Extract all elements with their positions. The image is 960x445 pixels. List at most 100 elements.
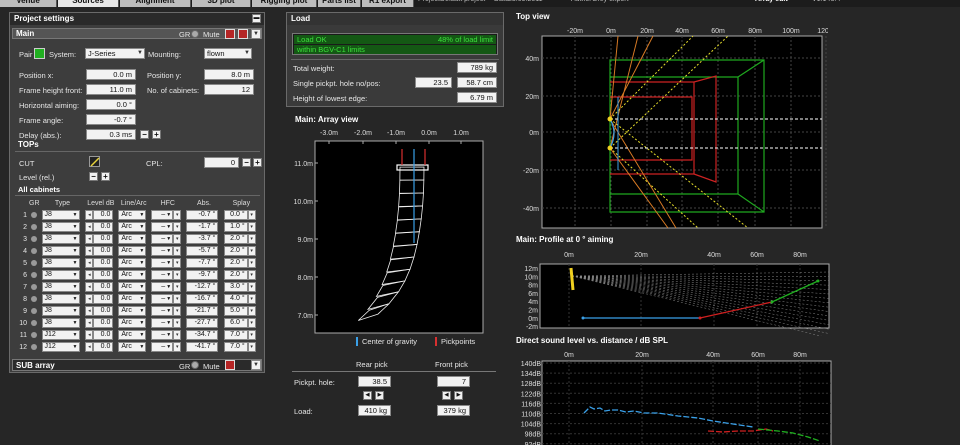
sub-gr-radio[interactable] xyxy=(191,361,199,369)
cabinet-type-select[interactable]: J12 xyxy=(41,342,80,352)
cabinet-splay-spin[interactable]: ▾ xyxy=(247,210,256,220)
cabinet-level-field[interactable]: 0.0 xyxy=(93,258,114,268)
cabinet-hfc-select[interactable]: – xyxy=(151,282,174,292)
cabinet-level-spin[interactable]: ◂ xyxy=(85,342,94,352)
delay-decrement-button[interactable]: − xyxy=(140,130,149,139)
horizontal-aiming-field[interactable]: 0.0 ° xyxy=(86,99,136,110)
tab-alignment[interactable]: Alignment xyxy=(120,0,191,7)
cabinet-gr-radio[interactable] xyxy=(31,283,38,290)
cabinet-splay-spin[interactable]: ▾ xyxy=(247,318,256,328)
cabinet-mode-select[interactable]: Arc xyxy=(118,258,147,268)
frame-angle-field[interactable]: -0.7 ° xyxy=(86,114,136,125)
level-increment-button[interactable]: + xyxy=(101,172,110,181)
cabinet-level-field[interactable]: 0.0 xyxy=(93,282,114,292)
cabinet-hfc-select[interactable]: – xyxy=(151,222,174,232)
gr-radio[interactable] xyxy=(191,30,199,38)
cabinet-hfc-select[interactable]: – xyxy=(151,210,174,220)
tab-sources[interactable]: Sources xyxy=(58,0,119,7)
cabinet-hfc-spin[interactable]: ▾ xyxy=(173,306,182,316)
delay-field[interactable]: 0.3 ms xyxy=(86,129,136,140)
cabinet-mode-select[interactable]: Arc xyxy=(118,222,147,232)
position-x-field[interactable]: 0.0 m xyxy=(86,69,136,80)
profile-plot[interactable]: 0m 20m 40m 60m 80m12m10m8m6m4m2m0m-2m xyxy=(510,246,830,336)
cut-toggle[interactable] xyxy=(89,156,100,167)
cabinet-splay-spin[interactable]: ▾ xyxy=(247,330,256,340)
cabinet-hfc-spin[interactable]: ▾ xyxy=(173,210,182,220)
cabinet-hfc-select[interactable]: – xyxy=(151,294,174,304)
cabinet-level-spin[interactable]: ◂ xyxy=(85,330,94,340)
cabinet-mode-select[interactable]: Arc xyxy=(118,234,147,244)
cabinet-level-field[interactable]: 0.0 xyxy=(93,270,114,280)
cabinet-gr-radio[interactable] xyxy=(31,223,38,230)
cabinet-splay-field[interactable]: 0.0 ° xyxy=(223,210,248,220)
cabinet-splay-spin[interactable]: ▾ xyxy=(247,282,256,292)
cabinet-type-select[interactable]: J8 xyxy=(41,306,80,316)
position-y-field[interactable]: 8.0 m xyxy=(204,69,254,80)
cabinet-hfc-select[interactable]: – xyxy=(151,318,174,328)
cabinet-gr-radio[interactable] xyxy=(31,319,38,326)
cabinet-level-spin[interactable]: ◂ xyxy=(85,318,94,328)
cabinet-level-field[interactable]: 0.0 xyxy=(93,318,114,328)
front-hole-field[interactable]: 7 xyxy=(437,376,470,387)
cabinet-type-select[interactable]: J12 xyxy=(41,330,80,340)
cabinet-splay-spin[interactable]: ▾ xyxy=(247,258,256,268)
cabinet-splay-field[interactable]: 2.0 ° xyxy=(223,258,248,268)
tab-3d-plot[interactable]: 3D plot xyxy=(192,0,251,7)
cabinet-level-field[interactable]: 0.0 xyxy=(93,210,114,220)
cabinet-hfc-select[interactable]: – xyxy=(151,342,174,352)
cabinet-hfc-select[interactable]: – xyxy=(151,330,174,340)
cabinet-type-select[interactable]: J8 xyxy=(41,282,80,292)
cabinet-hfc-spin[interactable]: ▾ xyxy=(173,342,182,352)
solo-toggle[interactable] xyxy=(238,29,248,39)
cabinet-level-spin[interactable]: ◂ xyxy=(85,210,94,220)
cabinet-gr-radio[interactable] xyxy=(31,235,38,242)
cabinet-hfc-select[interactable]: – xyxy=(151,246,174,256)
cabinet-splay-spin[interactable]: ▾ xyxy=(247,222,256,232)
cabinet-type-select[interactable]: J8 xyxy=(41,318,80,328)
cabinet-level-field[interactable]: 0.0 xyxy=(93,342,114,352)
tab-parts-list[interactable]: Parts list xyxy=(318,0,361,7)
cabinet-level-field[interactable]: 0.0 xyxy=(93,330,114,340)
rear-hole-left-button[interactable]: ◀ xyxy=(363,391,372,400)
system-select[interactable]: J-Series xyxy=(85,48,145,59)
cabinet-type-select[interactable]: J8 xyxy=(41,234,80,244)
cabinet-type-select[interactable]: J8 xyxy=(41,246,80,256)
delay-increment-button[interactable]: + xyxy=(152,130,161,139)
tab-r1-export[interactable]: R1 export xyxy=(362,0,414,7)
front-hole-right-button[interactable]: ▶ xyxy=(454,391,463,400)
cabinet-hfc-select[interactable]: – xyxy=(151,234,174,244)
cabinet-hfc-select[interactable]: – xyxy=(151,306,174,316)
cabinet-level-field[interactable]: 0.0 xyxy=(93,306,114,316)
frame-height-field[interactable]: 11.0 m xyxy=(86,84,136,95)
cabinet-splay-spin[interactable]: ▾ xyxy=(247,306,256,316)
tab-rigging-plot[interactable]: Rigging plot xyxy=(252,0,317,7)
cabinet-type-select[interactable]: J8 xyxy=(41,270,80,280)
cabinet-gr-radio[interactable] xyxy=(31,343,38,350)
cabinet-splay-field[interactable]: 5.0 ° xyxy=(223,306,248,316)
level-decrement-button[interactable]: − xyxy=(89,172,98,181)
cabinet-level-spin[interactable]: ◂ xyxy=(85,282,94,292)
sub-mute-toggle[interactable] xyxy=(225,360,235,370)
cabinet-splay-field[interactable]: 7.0 ° xyxy=(223,342,248,352)
cabinet-mode-select[interactable]: Arc xyxy=(118,294,147,304)
cabinet-level-spin[interactable]: ◂ xyxy=(85,294,94,304)
collapse-button[interactable]: ▬ xyxy=(252,14,261,23)
cabinet-mode-select[interactable]: Arc xyxy=(118,282,147,292)
cabinet-splay-field[interactable]: 6.0 ° xyxy=(223,318,248,328)
main-collapse-icon[interactable]: ▼ xyxy=(251,29,261,39)
cabinet-gr-radio[interactable] xyxy=(31,331,38,338)
cabinet-level-spin[interactable]: ◂ xyxy=(85,246,94,256)
rear-hole-field[interactable]: 38.5 xyxy=(358,376,391,387)
cabinet-splay-spin[interactable]: ▾ xyxy=(247,270,256,280)
top-view-plot[interactable]: -20m 0m 20m 40m 60m 80m 100m 120m 40m 20m 0m -20m -4… xyxy=(518,22,828,232)
cabinet-mode-select[interactable]: Arc xyxy=(118,306,147,316)
cabinet-mode-select[interactable]: Arc xyxy=(118,246,147,256)
cabinet-mode-select[interactable]: Arc xyxy=(118,342,147,352)
array-view-plot[interactable]: -3.0m -2.0m -1.0m 0.0m 1.0m 11.0m 10.0m 9.0m 8.0… xyxy=(289,125,504,360)
cabinet-gr-radio[interactable] xyxy=(31,295,38,302)
cabinet-mode-select[interactable]: Arc xyxy=(118,318,147,328)
cabinet-level-field[interactable]: 0.0 xyxy=(93,246,114,256)
cabinet-splay-field[interactable]: 2.0 ° xyxy=(223,270,248,280)
cabinet-hfc-spin[interactable]: ▾ xyxy=(173,330,182,340)
topinfo-array-edit[interactable]: Array edit xyxy=(755,0,788,3)
